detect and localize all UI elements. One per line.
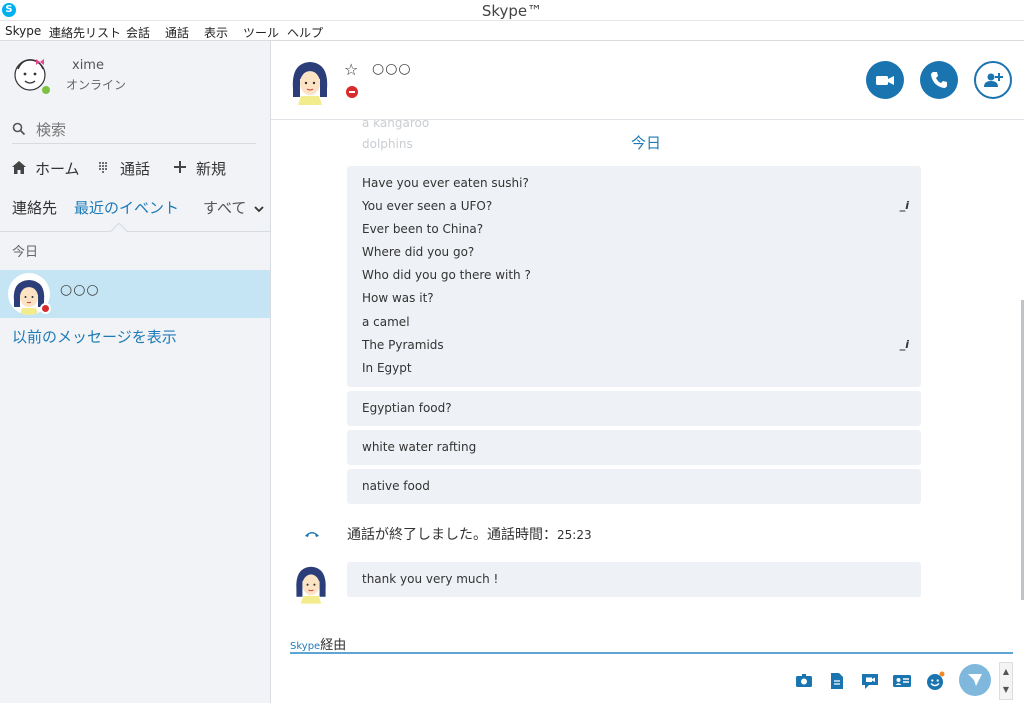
recent-section-header: 今日 [12, 245, 39, 260]
search-icon [12, 122, 26, 136]
call-ended-notice: 通話が終了しました。通話時間：25:23 [347, 524, 592, 544]
busy-status-icon [40, 303, 51, 314]
message-line: Where did you go? [362, 245, 475, 259]
message-input[interactable] [290, 652, 1013, 654]
call-ended-text: 通話が終了しました。通話時間： [347, 527, 557, 543]
faded-message: dolphins [362, 137, 413, 151]
menu-tools[interactable]: ツール [243, 24, 279, 41]
chat-history[interactable]: a kangaroo dolphins 今日 Have you ever eat… [271, 120, 1024, 635]
nav-calls[interactable]: 通話 [98, 157, 158, 179]
menu-contacts[interactable]: 連絡先リスト [49, 24, 121, 41]
message-line: Egyptian food? [362, 401, 452, 415]
message-line: How was it? [362, 291, 434, 305]
nav-home-label: ホーム [35, 160, 80, 178]
do-not-disturb-icon [346, 86, 358, 98]
message-line: You ever seen a UFO? [362, 199, 493, 213]
message-bubble[interactable]: Egyptian food? [347, 391, 921, 426]
menu-call[interactable]: 通話 [165, 24, 189, 41]
compose-area: Skype経由 ▲ ▼ [271, 627, 1024, 703]
chevron-down-icon [254, 206, 264, 213]
emoticon-icon[interactable] [924, 670, 946, 692]
message-line: a camel [362, 315, 410, 329]
profile-avatar[interactable] [10, 55, 52, 97]
message-line: native food [362, 479, 430, 493]
call-ended-icon [305, 532, 319, 537]
tab-recent[interactable]: 最近のイベント [74, 197, 179, 218]
show-older-messages-link[interactable]: 以前のメッセージを表示 [12, 326, 177, 347]
message-line: Ever been to China? [362, 222, 484, 236]
title-bar: S Skype™ [0, 0, 1024, 21]
add-person-icon [984, 73, 1003, 87]
conversation-title[interactable]: ○○○ [372, 61, 412, 77]
dialpad-icon [99, 162, 107, 173]
send-arrow-icon [968, 674, 982, 686]
edited-icon: _i [899, 338, 909, 351]
nav-new[interactable]: 新規 [174, 157, 234, 179]
message-line: Have you ever eaten sushi? [362, 176, 529, 190]
profile-status[interactable]: オンライン [66, 76, 126, 93]
day-separator: 今日 [631, 134, 662, 152]
window-title: Skype™ [481, 2, 543, 20]
plus-icon [174, 161, 186, 173]
via-brand: Skype [290, 641, 321, 652]
add-people-button[interactable] [974, 61, 1012, 99]
send-button[interactable] [959, 664, 991, 696]
tab-indicator [110, 222, 128, 240]
message-bubble[interactable]: Have you ever eaten sushi? You ever seen… [347, 166, 921, 387]
search-input[interactable]: 検索 [36, 119, 66, 140]
compose-scrollbar[interactable]: ▲ ▼ [999, 662, 1013, 700]
message-line: In Egypt [362, 361, 412, 375]
send-photo-icon[interactable] [793, 670, 815, 692]
profile-name[interactable]: xime [72, 58, 104, 73]
phone-icon [931, 72, 947, 88]
home-icon [12, 161, 26, 174]
nav-new-label: 新規 [196, 160, 227, 178]
message-bubble[interactable]: white water rafting [347, 430, 921, 465]
faded-message: a kangaroo [362, 120, 430, 130]
menu-skype[interactable]: Skype [5, 24, 41, 38]
sender-avatar[interactable] [293, 562, 329, 604]
edited-icon: _i [899, 199, 909, 212]
menu-conversation[interactable]: 会話 [126, 24, 150, 41]
filter-dropdown[interactable]: すべて [203, 197, 264, 218]
recent-item-name: ○○○ [60, 282, 100, 298]
sidebar: xime オンライン 検索 ホーム 通話 新規 連絡先 最近のイベント すべて [0, 41, 271, 703]
filter-label: すべて [203, 199, 247, 217]
menu-view[interactable]: 表示 [204, 24, 228, 41]
video-camera-icon [876, 76, 894, 85]
menu-help[interactable]: ヘルプ [287, 24, 323, 41]
voice-call-button[interactable] [920, 61, 958, 99]
conversation-header: ☆ ○○○ [271, 41, 1024, 120]
nav-calls-label: 通話 [120, 160, 151, 178]
message-line: thank you very much ! [362, 572, 499, 586]
video-message-icon[interactable] [859, 670, 881, 692]
favorite-star-icon[interactable]: ☆ [344, 60, 358, 79]
conversation-avatar[interactable] [289, 57, 331, 105]
send-contacts-icon[interactable] [891, 670, 913, 692]
sidebar-tabs: 連絡先 最近のイベント すべて [0, 194, 270, 240]
tab-contacts[interactable]: 連絡先 [12, 197, 57, 218]
menu-bar: Skype 連絡先リスト 会話 通話 表示 ツール ヘルプ [0, 21, 1024, 41]
message-line: The Pyramids [362, 338, 444, 352]
via-suffix: 経由 [320, 638, 347, 653]
message-bubble[interactable]: native food [347, 469, 921, 504]
video-call-button[interactable] [866, 61, 904, 99]
recent-item[interactable]: ○○○ [0, 270, 270, 318]
send-via-label[interactable]: Skype経由 [290, 634, 346, 653]
nav-home[interactable]: ホーム [12, 157, 82, 179]
message-bubble[interactable]: thank you very much ! [347, 562, 921, 597]
message-line: white water rafting [362, 440, 477, 454]
call-duration: 25:23 [557, 528, 592, 542]
send-file-icon[interactable] [826, 670, 848, 692]
search-box[interactable]: 検索 [12, 118, 256, 144]
message-line: Who did you go there with ? [362, 268, 531, 282]
